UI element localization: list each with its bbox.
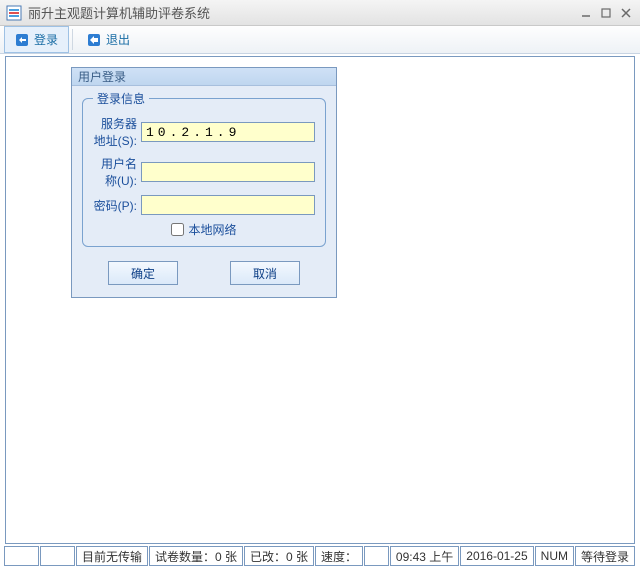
dialog-buttons: 确定 取消: [82, 261, 326, 285]
toolbar-login-button[interactable]: 登录: [4, 26, 69, 53]
exit-icon: [87, 33, 101, 47]
group-legend: 登录信息: [93, 90, 149, 107]
cancel-button[interactable]: 取消: [230, 261, 300, 285]
close-button[interactable]: [616, 5, 636, 21]
login-dialog: 用户登录 登录信息 服务器地址(S): 用户名称(U): 密码(P):: [71, 67, 337, 298]
local-network-checkbox[interactable]: [171, 223, 184, 236]
status-num: NUM: [535, 546, 574, 566]
toolbar-exit-label: 退出: [106, 31, 130, 48]
status-bar: 目前无传输 试卷数量：0 张 已改：0 张 速度： 09:43 上午 2016-…: [0, 546, 640, 568]
status-time: 09:43 上午: [390, 546, 459, 566]
server-label: 服务器地址(S):: [93, 115, 141, 149]
username-input[interactable]: [141, 162, 315, 182]
dialog-body: 登录信息 服务器地址(S): 用户名称(U): 密码(P): 本地网络: [72, 86, 336, 297]
username-row: 用户名称(U):: [93, 155, 315, 189]
status-count: 试卷数量：0 张: [149, 546, 243, 566]
local-network-text: 本地网络: [188, 221, 236, 238]
password-row: 密码(P):: [93, 195, 315, 215]
login-icon: [15, 33, 29, 47]
status-date: 2016-01-25: [460, 546, 533, 566]
local-network-label[interactable]: 本地网络: [171, 221, 236, 238]
ok-button[interactable]: 确定: [108, 261, 178, 285]
status-transfer: 目前无传输: [76, 546, 148, 566]
username-label: 用户名称(U):: [93, 155, 141, 189]
toolbar-login-label: 登录: [34, 31, 58, 48]
maximize-button[interactable]: [596, 5, 616, 21]
server-input[interactable]: [141, 122, 315, 142]
minimize-button[interactable]: [576, 5, 596, 21]
app-icon: [6, 5, 22, 21]
password-input[interactable]: [141, 195, 315, 215]
toolbar-exit-button[interactable]: 退出: [76, 26, 141, 53]
local-network-row: 本地网络: [93, 221, 315, 238]
status-wait: 等待登录: [575, 546, 635, 566]
toolbar: 登录 退出: [0, 26, 640, 54]
status-pad-2: [40, 546, 75, 566]
password-label: 密码(P):: [93, 197, 141, 214]
login-info-group: 登录信息 服务器地址(S): 用户名称(U): 密码(P): 本地网络: [82, 98, 326, 247]
title-bar: 丽升主观题计算机辅助评卷系统: [0, 0, 640, 26]
dialog-title: 用户登录: [72, 68, 336, 86]
window-title: 丽升主观题计算机辅助评卷系统: [28, 3, 210, 22]
status-flex: [364, 546, 389, 566]
status-speed: 速度：: [315, 546, 363, 566]
status-pad-1: [4, 546, 39, 566]
status-changed: 已改：0 张: [244, 546, 314, 566]
server-row: 服务器地址(S):: [93, 115, 315, 149]
toolbar-separator: [72, 29, 73, 50]
window-controls: [576, 5, 636, 21]
client-area: 用户登录 登录信息 服务器地址(S): 用户名称(U): 密码(P):: [5, 56, 635, 544]
